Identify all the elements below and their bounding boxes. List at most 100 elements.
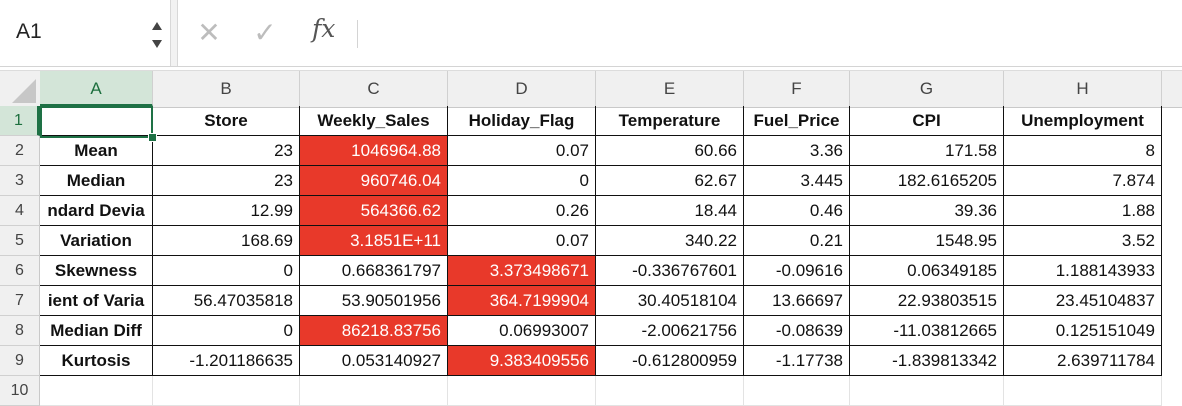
row-header-6[interactable]: 6 <box>0 256 40 286</box>
cell-c8[interactable]: 86218.83756 <box>300 316 448 346</box>
insert-function-icon[interactable]: fx <box>312 14 335 43</box>
cell-g2[interactable]: 171.58 <box>850 136 1004 166</box>
cell-a5[interactable]: Variation <box>40 226 153 256</box>
cell-b2[interactable]: 23 <box>153 136 300 166</box>
cell-b3[interactable]: 23 <box>153 166 300 196</box>
cell-c4[interactable]: 564366.62 <box>300 196 448 226</box>
cell-h4[interactable]: 1.88 <box>1004 196 1162 226</box>
cell-a10[interactable] <box>40 376 153 406</box>
cell-e5[interactable]: 340.22 <box>596 226 744 256</box>
cell-d1[interactable]: Holiday_Flag <box>448 106 596 136</box>
cell-e3[interactable]: 62.67 <box>596 166 744 196</box>
cell-h7[interactable]: 23.45104837 <box>1004 286 1162 316</box>
column-header-c[interactable]: C <box>300 71 448 107</box>
cell-f4[interactable]: 0.46 <box>744 196 850 226</box>
cell-d5[interactable]: 0.07 <box>448 226 596 256</box>
cell-d4[interactable]: 0.26 <box>448 196 596 226</box>
cell-f1[interactable]: Fuel_Price <box>744 106 850 136</box>
cell-b7[interactable]: 56.47035818 <box>153 286 300 316</box>
fill-handle[interactable] <box>148 133 157 142</box>
cell-a7[interactable]: ient of Varia <box>40 286 153 316</box>
cell-f3[interactable]: 3.445 <box>744 166 850 196</box>
cell-b4[interactable]: 12.99 <box>153 196 300 226</box>
cell-f10[interactable] <box>744 376 850 406</box>
row-header-2[interactable]: 2 <box>0 136 40 166</box>
cell-b5[interactable]: 168.69 <box>153 226 300 256</box>
cell-e6[interactable]: -0.336767601 <box>596 256 744 286</box>
cell-b1[interactable]: Store <box>153 106 300 136</box>
cell-g7[interactable]: 22.93803515 <box>850 286 1004 316</box>
cell-g9[interactable]: -1.839813342 <box>850 346 1004 376</box>
cell-h9[interactable]: 2.639711784 <box>1004 346 1162 376</box>
cell-g3[interactable]: 182.6165205 <box>850 166 1004 196</box>
cell-d8[interactable]: 0.06993007 <box>448 316 596 346</box>
cell-c2[interactable]: 1046964.88 <box>300 136 448 166</box>
cell-c1[interactable]: Weekly_Sales <box>300 106 448 136</box>
cell-g1[interactable]: CPI <box>850 106 1004 136</box>
cell-d6[interactable]: 3.373498671 <box>448 256 596 286</box>
cell-d10[interactable] <box>448 376 596 406</box>
cell-a6[interactable]: Skewness <box>40 256 153 286</box>
cell-b9[interactable]: -1.201186635 <box>153 346 300 376</box>
name-box[interactable]: A1 <box>0 12 171 58</box>
formula-input[interactable] <box>372 10 1172 58</box>
select-all-corner[interactable] <box>0 71 40 107</box>
cell-h3[interactable]: 7.874 <box>1004 166 1162 196</box>
name-box-dropdown-icon[interactable] <box>149 16 165 54</box>
cell-c9[interactable]: 0.053140927 <box>300 346 448 376</box>
cell-e1[interactable]: Temperature <box>596 106 744 136</box>
cell-g4[interactable]: 39.36 <box>850 196 1004 226</box>
name-box-value[interactable]: A1 <box>16 20 42 44</box>
cell-f8[interactable]: -0.08639 <box>744 316 850 346</box>
cell-e2[interactable]: 60.66 <box>596 136 744 166</box>
cell-h5[interactable]: 3.52 <box>1004 226 1162 256</box>
cell-e10[interactable] <box>596 376 744 406</box>
cell-b8[interactable]: 0 <box>153 316 300 346</box>
cell-c3[interactable]: 960746.04 <box>300 166 448 196</box>
cell-f6[interactable]: -0.09616 <box>744 256 850 286</box>
cell-c5[interactable]: 3.1851E+11 <box>300 226 448 256</box>
row-header-4[interactable]: 4 <box>0 196 40 226</box>
cell-d7[interactable]: 364.7199904 <box>448 286 596 316</box>
cell-a9[interactable]: Kurtosis <box>40 346 153 376</box>
row-header-9[interactable]: 9 <box>0 346 40 376</box>
cell-c10[interactable] <box>300 376 448 406</box>
cell-a2[interactable]: Mean <box>40 136 153 166</box>
column-header-b[interactable]: B <box>153 71 300 107</box>
row-header-10[interactable]: 10 <box>0 376 40 406</box>
row-header-1[interactable]: 1 <box>0 106 40 136</box>
cell-f9[interactable]: -1.17738 <box>744 346 850 376</box>
cell-a8[interactable]: Median Diff <box>40 316 153 346</box>
column-header-g[interactable]: G <box>850 71 1004 107</box>
column-header-e[interactable]: E <box>596 71 744 107</box>
cancel-icon[interactable]: ✕ <box>194 18 224 48</box>
cell-f5[interactable]: 0.21 <box>744 226 850 256</box>
row-header-3[interactable]: 3 <box>0 166 40 196</box>
column-header-a[interactable]: A <box>40 71 153 107</box>
cell-e4[interactable]: 18.44 <box>596 196 744 226</box>
cell-a1[interactable] <box>40 106 153 136</box>
row-header-7[interactable]: 7 <box>0 286 40 316</box>
cell-d2[interactable]: 0.07 <box>448 136 596 166</box>
cell-g8[interactable]: -11.03812665 <box>850 316 1004 346</box>
cell-e9[interactable]: -0.612800959 <box>596 346 744 376</box>
cell-b10[interactable] <box>153 376 300 406</box>
column-header-h[interactable]: H <box>1004 71 1162 107</box>
cell-d9[interactable]: 9.383409556 <box>448 346 596 376</box>
cell-d3[interactable]: 0 <box>448 166 596 196</box>
cell-e8[interactable]: -2.00621756 <box>596 316 744 346</box>
row-header-5[interactable]: 5 <box>0 226 40 256</box>
cell-h10[interactable] <box>1004 376 1162 406</box>
cell-h6[interactable]: 1.188143933 <box>1004 256 1162 286</box>
cell-h2[interactable]: 8 <box>1004 136 1162 166</box>
cell-b6[interactable]: 0 <box>153 256 300 286</box>
confirm-icon[interactable]: ✓ <box>250 18 280 48</box>
column-header-d[interactable]: D <box>448 71 596 107</box>
cell-g5[interactable]: 1548.95 <box>850 226 1004 256</box>
cell-c7[interactable]: 53.90501956 <box>300 286 448 316</box>
cell-g6[interactable]: 0.06349185 <box>850 256 1004 286</box>
cell-g10[interactable] <box>850 376 1004 406</box>
row-header-8[interactable]: 8 <box>0 316 40 346</box>
cell-a4[interactable]: ndard Devia <box>40 196 153 226</box>
cell-f7[interactable]: 13.66697 <box>744 286 850 316</box>
